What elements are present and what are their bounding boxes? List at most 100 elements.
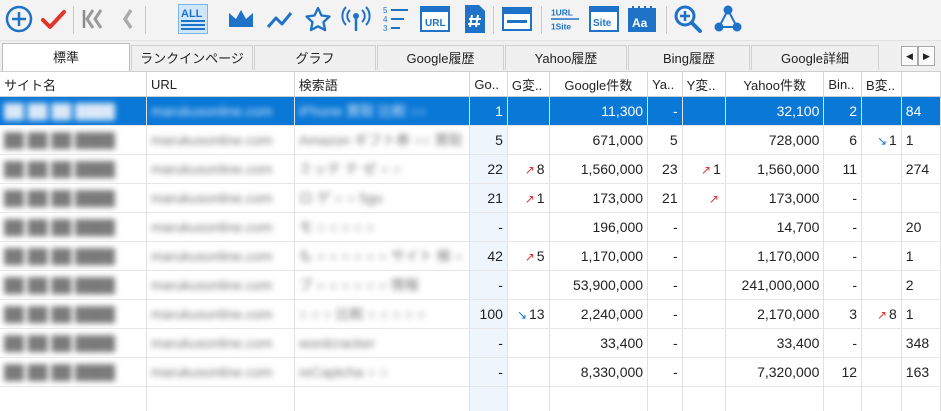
yahoo-rank-cell[interactable]: - — [647, 96, 683, 126]
google-change-cell[interactable] — [507, 125, 550, 155]
extra-cell[interactable]: 84 — [901, 96, 941, 126]
table-row[interactable]: ██ ██ ██ ████ marukusonline.com wordcracke… — [0, 328, 941, 358]
extra-cell[interactable]: 20 — [901, 212, 941, 242]
extra-cell[interactable]: 1 — [901, 241, 941, 271]
extra-cell[interactable]: 274 — [901, 154, 941, 184]
previous-icon[interactable] — [112, 4, 142, 34]
site-name-cell[interactable]: ██ ██ ██ ████ — [0, 357, 147, 387]
yahoo-change-cell[interactable]: ↗ — [682, 183, 726, 213]
add-icon[interactable] — [4, 4, 34, 34]
bing-rank-cell[interactable]: - — [823, 212, 863, 242]
keyword-cell[interactable]: ブ ○ ○ ○ ○ ○ ○ 情報 — [294, 270, 471, 300]
tab-scroll-right-icon[interactable]: ▶ — [918, 46, 935, 66]
google-change-cell[interactable] — [507, 212, 550, 242]
keyword-cell[interactable]: Amazon ギフト券 ○○ 買取 — [294, 125, 471, 155]
col-header-url[interactable]: URL — [146, 72, 295, 97]
col-header-yahoo-rank[interactable]: Ya.. — [647, 72, 683, 97]
yahoo-rank-cell[interactable]: 21 — [647, 183, 683, 213]
table-row[interactable]: ██ ██ ██ ████ marukusonline.com Amazon ギフト… — [0, 125, 941, 155]
site-name-cell[interactable]: ██ ██ ██ ████ — [0, 125, 147, 155]
google-change-cell[interactable] — [507, 328, 550, 358]
yahoo-change-cell[interactable] — [682, 96, 726, 126]
bing-change-cell[interactable] — [861, 357, 902, 387]
keyword-cell[interactable]: も ○ ○ ○ ○ ○ ○ サイト 検 ○ — [294, 241, 471, 271]
yahoo-rank-cell[interactable]: 5 — [647, 125, 683, 155]
yahoo-count-cell[interactable]: 32,100 — [725, 96, 825, 126]
search-zoom-icon[interactable] — [673, 4, 703, 34]
extra-cell[interactable]: 1 — [901, 299, 941, 329]
extra-cell[interactable] — [901, 183, 941, 213]
star-icon[interactable] — [303, 4, 333, 34]
table-row[interactable]: ██ ██ ██ ████ marukusonline.com reCaptcha … — [0, 357, 941, 387]
bing-change-cell[interactable] — [861, 328, 902, 358]
extra-cell[interactable]: 1 — [901, 125, 941, 155]
yahoo-change-cell[interactable] — [682, 212, 726, 242]
window-layout-icon[interactable] — [502, 4, 532, 34]
google-change-cell[interactable] — [507, 96, 550, 126]
check-icon[interactable] — [38, 4, 68, 34]
table-row[interactable]: ██ ██ ██ ████ marukusonline.com ロ ゲ ○ ○ 5g… — [0, 183, 941, 213]
yahoo-count-cell[interactable]: 173,000 — [725, 183, 825, 213]
crown-icon[interactable] — [226, 4, 256, 34]
yahoo-change-cell[interactable] — [682, 357, 726, 387]
col-header-extra[interactable] — [901, 72, 941, 97]
bing-rank-cell[interactable]: - — [823, 270, 863, 300]
google-rank-cell[interactable]: - — [469, 357, 508, 387]
keyword-cell[interactable]: ミッテ テ ゼ ○ ○ — [294, 154, 471, 184]
google-count-cell[interactable]: 8,330,000 — [549, 357, 649, 387]
google-count-cell[interactable]: 53,900,000 — [549, 270, 649, 300]
site-name-cell[interactable]: ██ ██ ██ ████ — [0, 270, 147, 300]
tab-bing-history[interactable]: Bing履歴 — [628, 45, 750, 70]
bing-change-cell[interactable] — [861, 212, 902, 242]
tab-rank-in-page[interactable]: ランクインページ — [131, 45, 253, 70]
url-cell[interactable]: marukusonline.com — [146, 328, 295, 358]
trend-line-icon[interactable] — [265, 4, 295, 34]
yahoo-change-cell[interactable] — [682, 299, 726, 329]
col-header-keyword[interactable]: 検索語 — [294, 72, 471, 97]
col-header-yahoo-change[interactable]: Y変.. — [682, 72, 726, 97]
google-rank-cell[interactable]: 1 — [469, 96, 508, 126]
keyword-cell[interactable]: ロ ゲ ○ ○ 5go — [294, 183, 471, 213]
yahoo-change-cell[interactable] — [682, 328, 726, 358]
tab-graph[interactable]: グラフ — [254, 45, 376, 70]
google-count-cell[interactable]: 671,000 — [549, 125, 649, 155]
site-name-cell[interactable]: ██ ██ ██ ████ — [0, 183, 147, 213]
extra-cell[interactable]: 2 — [901, 270, 941, 300]
url-cell[interactable]: marukusonline.com — [146, 183, 295, 213]
url-cell[interactable]: marukusonline.com — [146, 96, 295, 126]
extra-cell[interactable]: 348 — [901, 328, 941, 358]
yahoo-rank-cell[interactable]: 23 — [647, 154, 683, 184]
tab-google-detail[interactable]: Google詳細 — [751, 45, 879, 70]
bing-rank-cell[interactable]: 12 — [823, 357, 863, 387]
yahoo-count-cell[interactable]: 1,560,000 — [725, 154, 825, 184]
google-change-cell[interactable]: ↘ 13 — [507, 299, 550, 329]
bing-change-cell[interactable] — [861, 241, 902, 271]
yahoo-count-cell[interactable]: 33,400 — [725, 328, 825, 358]
site-name-cell[interactable]: ██ ██ ██ ████ — [0, 328, 147, 358]
col-header-site-name[interactable]: サイト名 — [0, 72, 147, 97]
google-change-cell[interactable]: ↗ 1 — [507, 183, 550, 213]
table-row[interactable]: ██ ██ ██ ████ marukusonline.com モ ○ ○ ○ ○ … — [0, 212, 941, 242]
table-row[interactable]: ██ ██ ██ ████ marukusonline.com も ○ ○ ○ ○ … — [0, 241, 941, 271]
ranked-list-icon[interactable]: 5 4 3 — [381, 4, 411, 34]
keyword-cell[interactable]: ○ ○ ○ 比較 ○ ○ ○ ○ ○ — [294, 299, 471, 329]
keyword-cell[interactable]: wordcracker — [294, 328, 471, 358]
keyword-cell[interactable]: reCaptcha ○ ○ — [294, 357, 471, 387]
site-button[interactable]: Site — [589, 4, 619, 34]
bing-rank-cell[interactable]: 11 — [823, 154, 863, 184]
google-count-cell[interactable]: 33,400 — [549, 328, 649, 358]
google-count-cell[interactable]: 11,300 — [549, 96, 649, 126]
network-icon[interactable] — [713, 4, 743, 34]
google-rank-cell[interactable]: - — [469, 270, 508, 300]
tab-standard[interactable]: 標準 — [2, 43, 130, 71]
bing-change-cell[interactable] — [861, 270, 902, 300]
site-name-cell[interactable]: ██ ██ ██ ████ — [0, 241, 147, 271]
table-row[interactable]: ██ ██ ██ ████ marukusonline.com ミッテ テ ゼ ○ … — [0, 154, 941, 184]
google-rank-cell[interactable]: 21 — [469, 183, 508, 213]
google-rank-cell[interactable]: - — [469, 212, 508, 242]
google-change-cell[interactable] — [507, 270, 550, 300]
bing-rank-cell[interactable]: 6 — [823, 125, 863, 155]
tab-scroll-left-icon[interactable]: ◀ — [901, 46, 918, 66]
table-row[interactable]: ██ ██ ██ ████ marukusonline.com ○ ○ ○ 比較 ○… — [0, 299, 941, 329]
all-filter-button[interactable]: ALL — [178, 4, 208, 34]
